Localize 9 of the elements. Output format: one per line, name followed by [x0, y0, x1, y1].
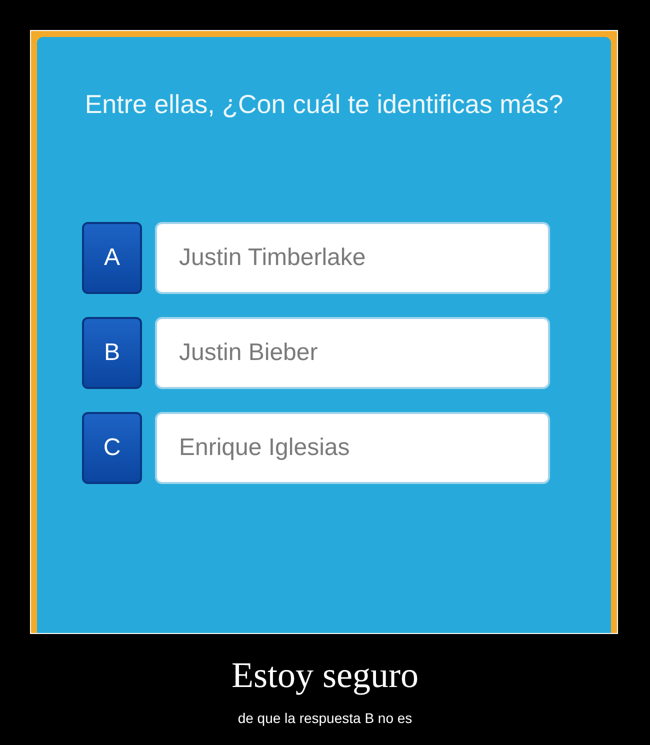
caption-subtitle: de que la respuesta B no es [238, 710, 412, 726]
answer-option[interactable]: Justin Timberlake [155, 222, 550, 294]
option-letter[interactable]: A [82, 222, 142, 294]
question-text: Entre ellas, ¿Con cuál te identificas más? [84, 88, 564, 121]
caption-title: Estoy seguro [232, 654, 418, 696]
answer-option[interactable]: Justin Bieber [155, 317, 550, 389]
option-letter[interactable]: C [82, 412, 142, 484]
answer-option[interactable]: Enrique Iglesias [155, 412, 550, 484]
option-letter[interactable]: B [82, 317, 142, 389]
